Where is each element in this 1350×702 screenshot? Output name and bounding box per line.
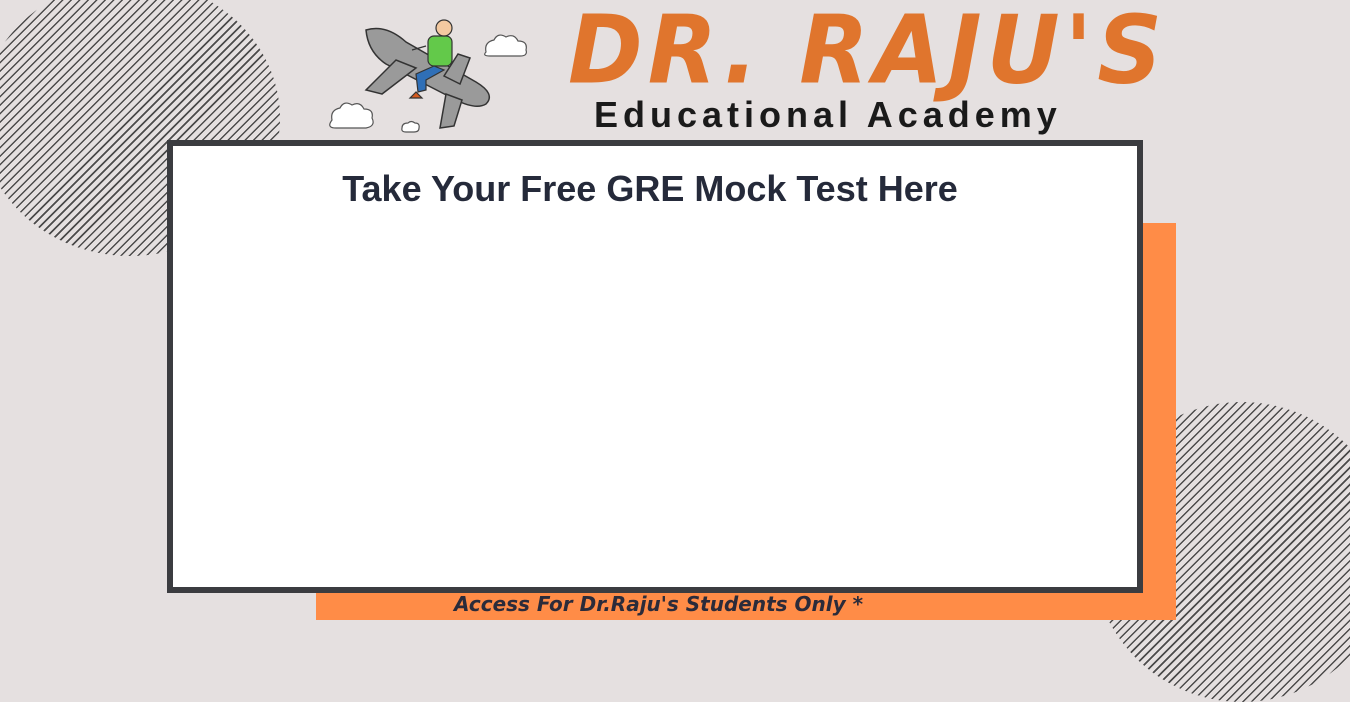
cloud-icon [329, 102, 374, 129]
access-note: Access For Dr.Raju's Students Only * [454, 592, 864, 616]
pilot-on-airplane-logo [329, 19, 527, 133]
cloud-icon [401, 120, 420, 133]
page-title: Take Your Free GRE Mock Test Here [342, 168, 958, 209]
brand-subtitle: Educational Academy [594, 94, 1062, 135]
mock-test-frame: Take Your Free GRE Mock Test Here [167, 140, 1143, 593]
cloud-icon [484, 34, 527, 57]
brand-title: DR. RAJU'S [568, 0, 1168, 106]
